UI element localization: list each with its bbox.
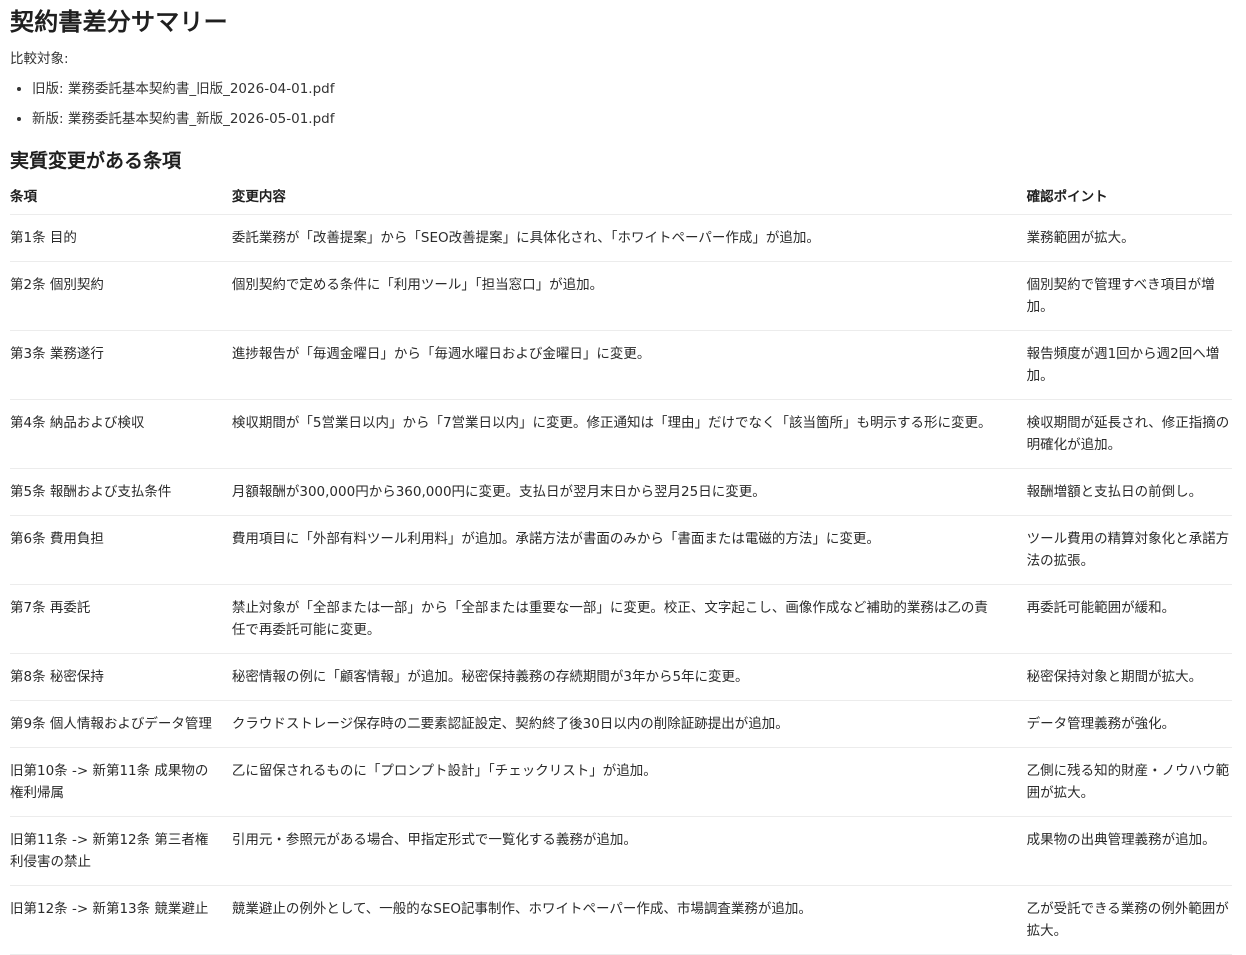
cell-change: 進捗報告が「毎週金曜日」から「毎週水曜日および金曜日」に変更。 <box>231 330 1027 400</box>
compare-label: 比較対象: <box>10 51 69 67</box>
cell-change: クラウドストレージ保存時の二要素認証設定、契約終了後30日以内の削除証跡提出が追… <box>231 700 1027 748</box>
cell-clause: 第2条 個別契約 <box>10 261 232 331</box>
table-row: 第9条 個人情報およびデータ管理 クラウドストレージ保存時の二要素認証設定、契約… <box>10 700 1232 748</box>
cell-clause: 第4条 納品および検収 <box>10 399 232 469</box>
cell-clause: 第3条 業務遂行 <box>10 330 232 400</box>
table-row: 第3条 業務遂行 進捗報告が「毎週金曜日」から「毎週水曜日および金曜日」に変更。… <box>10 330 1232 400</box>
cell-change: 委託業務が「改善提案」から「SEO改善提案」に具体化され、「ホワイトペーパー作成… <box>231 214 1027 262</box>
table-row: 第2条 個別契約 個別契約で定める条件に「利用ツール」「担当窓口」が追加。 個別… <box>10 261 1232 331</box>
file-item-old: 旧版: 業務委託基本契約書_旧版_2026-04-01.pdf <box>32 80 1232 98</box>
cell-change: 検収期間が「5営業日以内」から「7営業日以内」に変更。修正通知は「理由」だけでな… <box>231 399 1027 469</box>
header-check: 確認ポイント <box>1026 184 1232 215</box>
table-row: 旧第10条 -> 新第11条 成果物の権利帰属 乙に留保されるものに「プロンプト… <box>10 747 1232 817</box>
document: 契約書差分サマリー 比較対象: 旧版: 業務委託基本契約書_旧版_2026-04… <box>10 0 1232 955</box>
cell-check: 成果物の出典管理義務が追加。 <box>1026 816 1232 886</box>
cell-check: 個別契約で管理すべき項目が増加。 <box>1026 261 1232 331</box>
diff-table: 条項 変更内容 確認ポイント 第1条 目的 委託業務が「改善提案」から「SEO改… <box>10 184 1232 955</box>
file-item-new: 新版: 業務委託基本契約書_新版_2026-05-01.pdf <box>32 110 1232 128</box>
cell-clause: 第1条 目的 <box>10 214 232 262</box>
cell-check: 業務範囲が拡大。 <box>1026 214 1232 262</box>
table-row: 第5条 報酬および支払条件 月額報酬が300,000円から360,000円に変更… <box>10 468 1232 516</box>
cell-check: 報告頻度が週1回から週2回へ増加。 <box>1026 330 1232 400</box>
cell-change: 禁止対象が「全部または一部」から「全部または重要な一部」に変更。校正、文字起こし… <box>231 584 1027 654</box>
table-row: 第6条 費用負担 費用項目に「外部有料ツール利用料」が追加。承諾方法が書面のみか… <box>10 515 1232 585</box>
cell-check: 秘密保持対象と期間が拡大。 <box>1026 653 1232 701</box>
header-clause: 条項 <box>10 184 232 215</box>
cell-check: データ管理義務が強化。 <box>1026 700 1232 748</box>
file-list: 旧版: 業務委託基本契約書_旧版_2026-04-01.pdf 新版: 業務委託… <box>10 80 1232 128</box>
cell-check: ツール費用の精算対象化と承諾方法の拡張。 <box>1026 515 1232 585</box>
cell-check: 検収期間が延長され、修正指摘の明確化が追加。 <box>1026 399 1232 469</box>
cell-clause: 旧第11条 -> 新第12条 第三者権利侵害の禁止 <box>10 816 232 886</box>
page-title: 契約書差分サマリー <box>10 8 228 36</box>
section-title: 実質変更がある条項 <box>10 150 182 172</box>
table-row: 第8条 秘密保持 秘密情報の例に「顧客情報」が追加。秘密保持義務の存続期間が3年… <box>10 653 1232 701</box>
cell-check: 報酬増額と支払日の前倒し。 <box>1026 468 1232 516</box>
cell-change: 乙に留保されるものに「プロンプト設計」「チェックリスト」が追加。 <box>231 747 1027 817</box>
cell-clause: 第7条 再委託 <box>10 584 232 654</box>
cell-clause: 旧第12条 -> 新第13条 競業避止 <box>10 885 232 955</box>
cell-check: 乙が受託できる業務の例外範囲が拡大。 <box>1026 885 1232 955</box>
table-row: 第1条 目的 委託業務が「改善提案」から「SEO改善提案」に具体化され、「ホワイ… <box>10 214 1232 262</box>
cell-change: 秘密情報の例に「顧客情報」が追加。秘密保持義務の存続期間が3年から5年に変更。 <box>231 653 1027 701</box>
cell-clause: 第5条 報酬および支払条件 <box>10 468 232 516</box>
table-row: 第4条 納品および検収 検収期間が「5営業日以内」から「7営業日以内」に変更。修… <box>10 399 1232 469</box>
cell-clause: 第6条 費用負担 <box>10 515 232 585</box>
table-row: 旧第12条 -> 新第13条 競業避止 競業避止の例外として、一般的なSEO記事… <box>10 885 1232 955</box>
table-header-row: 条項 変更内容 確認ポイント <box>10 184 1232 215</box>
cell-change: 月額報酬が300,000円から360,000円に変更。支払日が翌月末日から翌月2… <box>231 468 1027 516</box>
cell-change: 費用項目に「外部有料ツール利用料」が追加。承諾方法が書面のみから「書面または電磁… <box>231 515 1027 585</box>
table-row: 旧第11条 -> 新第12条 第三者権利侵害の禁止 引用元・参照元がある場合、甲… <box>10 816 1232 886</box>
cell-change: 引用元・参照元がある場合、甲指定形式で一覧化する義務が追加。 <box>231 816 1027 886</box>
cell-clause: 第9条 個人情報およびデータ管理 <box>10 700 232 748</box>
cell-change: 競業避止の例外として、一般的なSEO記事制作、ホワイトペーパー作成、市場調査業務… <box>231 885 1027 955</box>
table-row: 第7条 再委託 禁止対象が「全部または一部」から「全部または重要な一部」に変更。… <box>10 584 1232 654</box>
cell-clause: 第8条 秘密保持 <box>10 653 232 701</box>
cell-change: 個別契約で定める条件に「利用ツール」「担当窓口」が追加。 <box>231 261 1027 331</box>
cell-clause: 旧第10条 -> 新第11条 成果物の権利帰属 <box>10 747 232 817</box>
cell-check: 再委託可能範囲が緩和。 <box>1026 584 1232 654</box>
cell-check: 乙側に残る知的財産・ノウハウ範囲が拡大。 <box>1026 747 1232 817</box>
header-change: 変更内容 <box>231 184 1027 215</box>
